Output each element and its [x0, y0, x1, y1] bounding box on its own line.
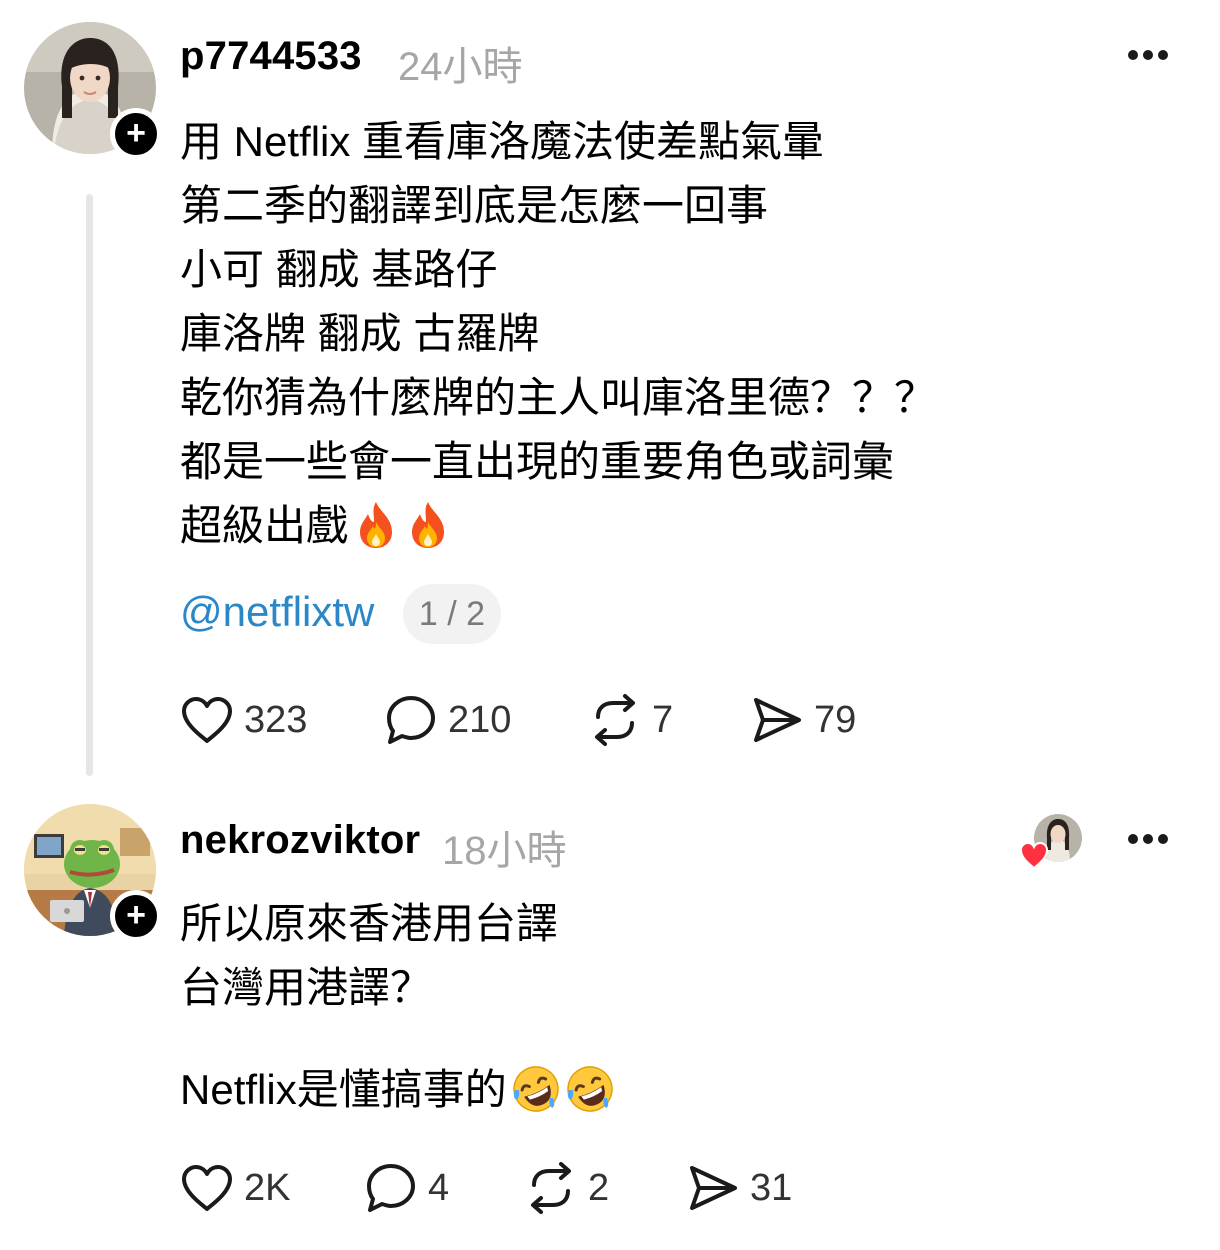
send-icon [754, 698, 801, 742]
like-count: 323 [244, 698, 308, 741]
send-icon [690, 1166, 737, 1210]
heart-icon [182, 697, 232, 743]
thread-connector-line [86, 194, 93, 776]
liked-heart-icon [1018, 840, 1050, 875]
post-timestamp: 24小時 [398, 45, 523, 89]
reply-button[interactable]: 4 [364, 1160, 449, 1216]
post-body: 用 Netflix 重看庫洛魔法使差點氣暈 第二季的翻譯到底是怎麼一回事 小可 … [180, 110, 936, 568]
username[interactable]: p7744533 [180, 34, 362, 79]
reply-count: 4 [428, 1166, 450, 1209]
repost-count: 7 [652, 698, 674, 741]
post-text-line: 乾你猜為什麼牌的主人叫庫洛里德？？？ [180, 374, 937, 421]
post-text-line: 台灣用港譯？ [180, 964, 433, 1011]
post-text-line-last: Netflix是懂搞事的 [180, 1058, 615, 1132]
post-text-line: 第二季的翻譯到底是怎麼一回事 [180, 182, 769, 229]
post-text-line: Netflix是懂搞事的 [180, 1066, 507, 1113]
like-button[interactable]: 323 [180, 692, 307, 748]
post-text-line: 用 Netflix 重看庫洛魔法使差點氣暈 [180, 118, 825, 165]
fire-emoji [404, 500, 452, 568]
plus-icon: + [126, 896, 146, 934]
username[interactable]: nekrozviktor [180, 818, 420, 863]
like-count: 2K [244, 1166, 291, 1209]
share-button[interactable]: 79 [750, 692, 856, 748]
more-dots-icon [1128, 50, 1138, 60]
more-options-button[interactable] [1128, 50, 1168, 62]
more-dots-icon [1128, 834, 1138, 844]
post-timestamp: 18小時 [442, 829, 567, 873]
heart-icon [182, 1165, 232, 1211]
repost-icon [595, 694, 635, 746]
repost-button[interactable]: 2 [524, 1160, 609, 1216]
post-text-line-last: 超級出戲 [180, 494, 936, 568]
thread-post: + p7744533 24小時 用 Netflix 重看庫洛魔法使差點氣暈 第二… [0, 0, 1220, 790]
thread-reply-post: + nekrozviktor 18小時 所以原來香港用台譯 台灣用港譯？ Net… [0, 790, 1220, 1250]
like-button[interactable]: 2K [180, 1160, 290, 1216]
carousel-page-indicator: 1 / 2 [403, 584, 501, 644]
follow-button[interactable]: + [110, 890, 162, 942]
repost-count: 2 [588, 1166, 610, 1209]
post-text-line: 所以原來香港用台譯 [180, 900, 559, 947]
fire-emoji [352, 500, 400, 568]
share-button[interactable]: 31 [686, 1160, 792, 1216]
reply-button[interactable]: 210 [384, 692, 511, 748]
repost-button[interactable]: 7 [588, 692, 673, 748]
rolling-laughing-emoji [511, 1064, 561, 1132]
comment-icon [367, 1164, 415, 1212]
post-text-blank-line [180, 1020, 615, 1058]
mention-link[interactable]: @netflixtw [180, 588, 374, 636]
plus-icon: + [126, 114, 146, 152]
share-count: 79 [814, 698, 857, 741]
repost-icon [531, 1162, 571, 1214]
post-body: 所以原來香港用台譯 台灣用港譯？ Netflix是懂搞事的 [180, 892, 615, 1132]
share-count: 31 [750, 1166, 793, 1209]
comment-icon [387, 696, 435, 744]
follow-button[interactable]: + [110, 108, 162, 160]
post-text-line: 小可 翻成 基路仔 [180, 246, 498, 293]
post-text-line: 超級出戲 [180, 502, 349, 549]
more-options-button[interactable] [1128, 834, 1168, 846]
reply-count: 210 [448, 698, 512, 741]
post-text-line: 庫洛牌 翻成 古羅牌 [180, 310, 540, 357]
post-text-line: 都是一些會一直出現的重要角色或詞彙 [180, 438, 895, 485]
rolling-laughing-emoji [565, 1064, 615, 1132]
